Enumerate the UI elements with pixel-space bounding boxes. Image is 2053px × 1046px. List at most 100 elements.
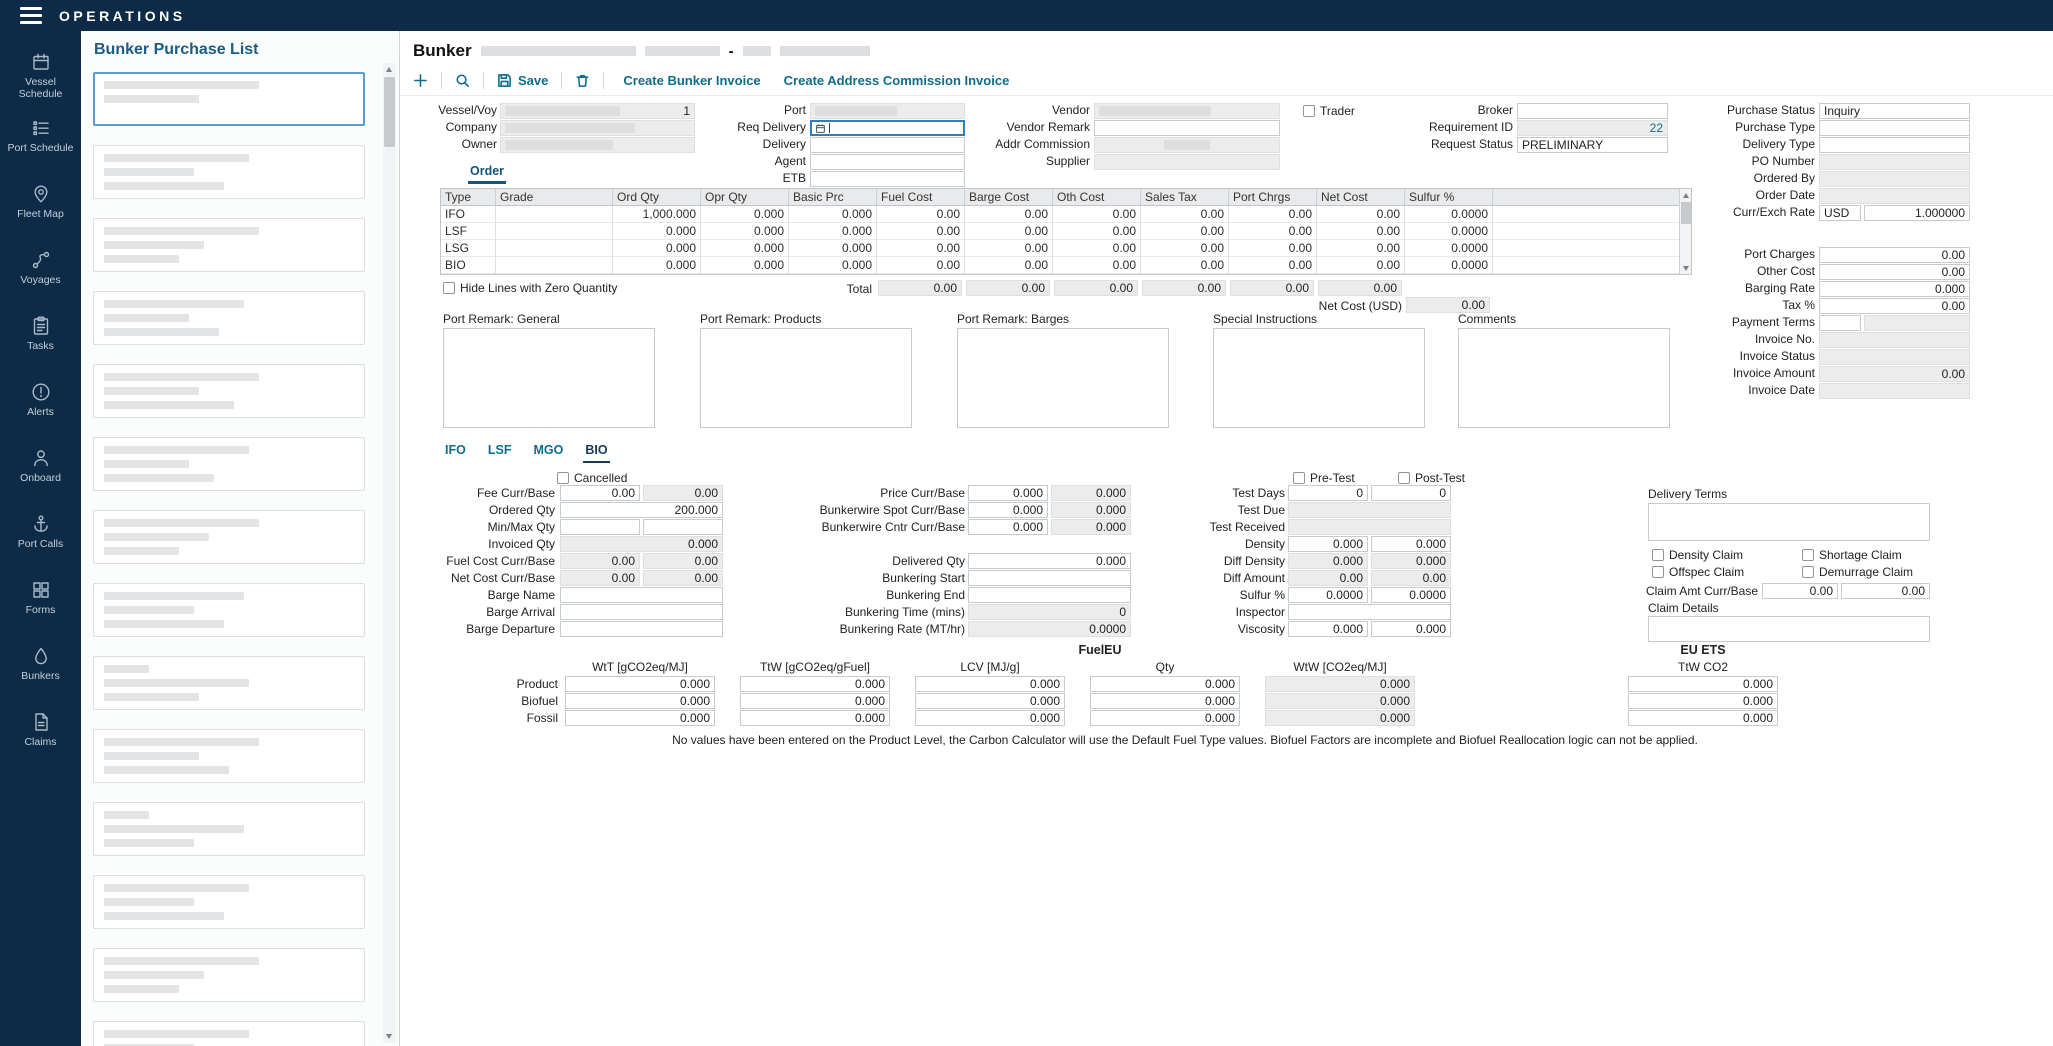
claim-details-textarea[interactable] xyxy=(1648,616,1930,642)
grid-cell[interactable]: 0.000 xyxy=(789,223,877,240)
grid-column-header[interactable]: Net Cost xyxy=(1317,189,1405,206)
shortage-claim-checkbox[interactable]: Shortage Claim xyxy=(1802,548,1902,562)
grid-column-header[interactable]: Opr Qty xyxy=(701,189,789,206)
bunkerwire-cntr-curr-field[interactable]: 0.000 xyxy=(968,519,1048,535)
sulfur-2-field[interactable]: 0.0000 xyxy=(1371,587,1451,603)
bunkerwire-spot-curr-field[interactable]: 0.000 xyxy=(968,502,1048,518)
grid-column-header[interactable]: Grade xyxy=(496,189,613,206)
inspector-field[interactable] xyxy=(1288,604,1451,620)
grid-cell[interactable]: 0.00 xyxy=(877,206,965,223)
payment-terms-code-field[interactable] xyxy=(1819,315,1861,331)
grid-column-header[interactable]: Fuel Cost xyxy=(877,189,965,206)
special-instructions-textarea[interactable] xyxy=(1213,328,1425,428)
grid-cell[interactable]: 0.00 xyxy=(1141,240,1229,257)
create-address-commission-invoice-button[interactable]: Create Address Commission Invoice xyxy=(784,73,1010,88)
demurrage-claim-checkbox[interactable]: Demurrage Claim xyxy=(1802,565,1913,579)
grid-cell[interactable]: 0.000 xyxy=(789,257,877,274)
eu-ets-ttw-co2-field[interactable]: 0.000 xyxy=(1628,693,1778,709)
grid-cell[interactable]: 0.00 xyxy=(1229,240,1317,257)
grid-cell[interactable]: 0.00 xyxy=(1053,257,1141,274)
purchase-status-field[interactable]: Inquiry xyxy=(1819,103,1970,119)
hide-zero-quantity-checkbox[interactable]: Hide Lines with Zero Quantity xyxy=(443,281,617,295)
grid-cell[interactable]: IFO xyxy=(441,206,496,223)
bunker-purchase-list-item[interactable] xyxy=(93,802,365,856)
grid-cell[interactable]: 0.00 xyxy=(1229,223,1317,240)
grid-column-header[interactable]: Ord Qty xyxy=(613,189,701,206)
barge-name-field[interactable] xyxy=(560,587,723,603)
grid-cell[interactable]: LSG xyxy=(441,240,496,257)
bunker-purchase-list-item[interactable] xyxy=(93,364,365,418)
grid-cell[interactable] xyxy=(496,257,613,274)
etb-field[interactable] xyxy=(810,171,965,187)
fueleu-field[interactable]: 0.000 xyxy=(565,693,715,709)
grid-cell[interactable] xyxy=(496,240,613,257)
grid-row-lsf[interactable]: LSF0.0000.0000.0000.000.000.000.000.000.… xyxy=(441,223,1679,240)
density-2-field[interactable]: 0.000 xyxy=(1371,536,1451,552)
other-cost-field[interactable]: 0.00 xyxy=(1819,264,1970,280)
fueleu-field[interactable]: 0.000 xyxy=(915,710,1065,726)
pre-test-days-field[interactable]: 0 xyxy=(1288,485,1368,501)
grid-cell[interactable] xyxy=(496,223,613,240)
grid-cell[interactable]: 0.00 xyxy=(1053,223,1141,240)
grid-cell[interactable]: 0.00 xyxy=(1053,206,1141,223)
list-scrollbar-thumb[interactable] xyxy=(384,77,395,147)
exch-rate-field[interactable]: 1.000000 xyxy=(1864,205,1970,221)
create-bunker-invoice-button[interactable]: Create Bunker Invoice xyxy=(623,73,760,88)
grid-column-header[interactable]: Type xyxy=(441,189,496,206)
grid-cell[interactable]: 0.00 xyxy=(965,223,1053,240)
eu-ets-ttw-co2-field[interactable]: 0.000 xyxy=(1628,710,1778,726)
post-test-checkbox[interactable]: Post-Test xyxy=(1398,471,1465,485)
eu-ets-ttw-co2-field[interactable]: 0.000 xyxy=(1628,676,1778,692)
grid-cell[interactable]: 0.00 xyxy=(965,240,1053,257)
fueleu-field[interactable]: 0.000 xyxy=(740,693,890,709)
comments-textarea[interactable] xyxy=(1458,328,1670,428)
grid-column-header[interactable]: Basic Prc xyxy=(789,189,877,206)
sidebar-item-bunkers[interactable]: Bunkers xyxy=(0,639,81,705)
hamburger-menu-icon[interactable] xyxy=(20,7,42,24)
grid-cell[interactable]: 0.0000 xyxy=(1405,240,1493,257)
grid-cell[interactable]: 0.00 xyxy=(1317,257,1405,274)
grid-cell[interactable]: 0.000 xyxy=(613,240,701,257)
fueleu-field[interactable]: 0.000 xyxy=(740,710,890,726)
search-icon[interactable] xyxy=(455,73,470,88)
save-button[interactable]: Save xyxy=(497,73,548,88)
grid-cell[interactable]: BIO xyxy=(441,257,496,274)
grid-row-ifo[interactable]: IFO1,000.0000.0000.0000.000.000.000.000.… xyxy=(441,206,1679,223)
list-scrollbar[interactable] xyxy=(383,63,396,1043)
sidebar-item-voyages[interactable]: Voyages xyxy=(0,243,81,309)
grid-cell[interactable]: 0.00 xyxy=(877,257,965,274)
viscosity-2-field[interactable]: 0.000 xyxy=(1371,621,1451,637)
min-qty-field[interactable] xyxy=(560,519,640,535)
grid-cell[interactable]: LSF xyxy=(441,223,496,240)
tab-bio[interactable]: BIO xyxy=(583,443,609,463)
grid-cell[interactable]: 1,000.000 xyxy=(613,206,701,223)
grid-cell[interactable]: 0.000 xyxy=(701,257,789,274)
viscosity-1-field[interactable]: 0.000 xyxy=(1288,621,1368,637)
tab-order[interactable]: Order xyxy=(468,164,506,184)
sidebar-item-port-schedule[interactable]: Port Schedule xyxy=(0,111,81,177)
tab-ifo[interactable]: IFO xyxy=(443,443,468,463)
grid-row-lsg[interactable]: LSG0.0000.0000.0000.000.000.000.000.000.… xyxy=(441,240,1679,257)
bunker-purchase-list-item[interactable] xyxy=(93,510,365,564)
fueleu-field[interactable]: 0.000 xyxy=(1090,693,1240,709)
fueleu-field[interactable]: 0.000 xyxy=(565,710,715,726)
grid-cell[interactable]: 0.00 xyxy=(1141,206,1229,223)
fueleu-field[interactable]: 0.000 xyxy=(1090,710,1240,726)
bunker-purchase-list-item[interactable] xyxy=(93,583,365,637)
grid-cell[interactable]: 0.00 xyxy=(1141,257,1229,274)
grid-cell[interactable]: 0.0000 xyxy=(1405,223,1493,240)
grid-cell[interactable]: 0.00 xyxy=(1317,223,1405,240)
sidebar-item-port-calls[interactable]: Port Calls xyxy=(0,507,81,573)
ordered-qty-field[interactable]: 200.000 xyxy=(560,502,723,518)
post-test-days-field[interactable]: 0 xyxy=(1371,485,1451,501)
grid-cell[interactable]: 0.000 xyxy=(701,223,789,240)
grid-column-header[interactable]: Barge Cost xyxy=(965,189,1053,206)
pre-test-checkbox[interactable]: Pre-Test xyxy=(1293,471,1355,485)
grid-cell[interactable]: 0.00 xyxy=(1317,240,1405,257)
grid-column-header[interactable]: Sales Tax xyxy=(1141,189,1229,206)
claim-amt-base-field[interactable]: 0.00 xyxy=(1841,583,1930,599)
grid-column-header[interactable]: Port Chrgs xyxy=(1229,189,1317,206)
grid-cell[interactable]: 0.00 xyxy=(1229,257,1317,274)
port-remark-products-textarea[interactable] xyxy=(700,328,912,428)
grid-cell[interactable]: 0.000 xyxy=(613,257,701,274)
